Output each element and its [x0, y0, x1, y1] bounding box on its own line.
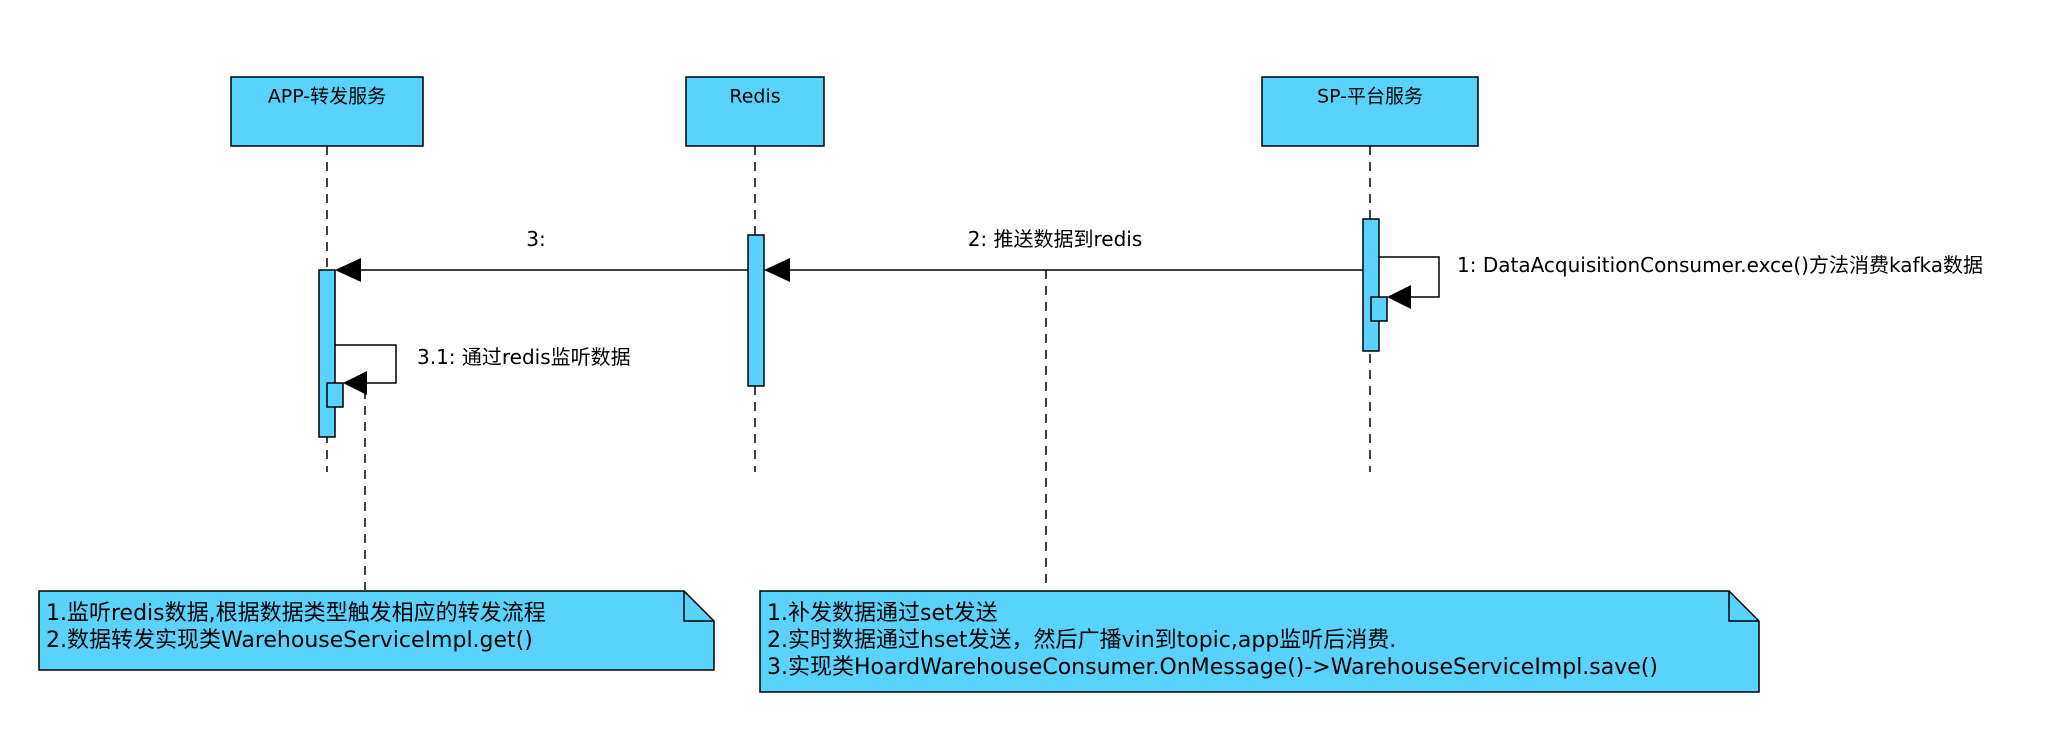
lifeline-app-title: APP-转发服务: [268, 86, 386, 108]
note-app[interactable]: 1.监听redis数据,根据数据类型触发相应的转发流程 2.数据转发实现类War…: [38, 590, 715, 671]
note-redis-line-2: 2.实时数据通过hset发送，然后广播vin到topic,app监听后消费.: [767, 628, 1396, 653]
message-2[interactable]: 2: 推送数据到redis: [764, 227, 1363, 282]
activation-redis[interactable]: [747, 234, 765, 387]
message-3-1-label: 3.1: 通过redis监听数据: [417, 345, 631, 369]
message-3-1-arrowhead: [343, 371, 367, 395]
activation-sp-nested[interactable]: [1370, 296, 1388, 322]
message-3-arrowhead: [335, 258, 361, 282]
message-1-label: 1: DataAcquisitionConsumer.exce()方法消费kaf…: [1457, 253, 1983, 277]
activation-app-nested[interactable]: [326, 382, 344, 408]
lifeline-sp[interactable]: SP-平台服务: [1261, 76, 1479, 147]
message-3-label: 3:: [526, 227, 545, 251]
message-2-arrowhead: [764, 258, 790, 282]
lifeline-redis-title: Redis: [729, 86, 780, 108]
note-redis-line-3: 3.实现类HoardWarehouseConsumer.OnMessage()-…: [767, 655, 1658, 680]
note-redis[interactable]: 1.补发数据通过set发送 2.实时数据通过hset发送，然后广播vin到top…: [759, 590, 1760, 693]
note-redis-line-1: 1.补发数据通过set发送: [767, 601, 998, 626]
message-1[interactable]: 1: DataAcquisitionConsumer.exce()方法消费kaf…: [1379, 253, 1983, 309]
message-3[interactable]: 3:: [335, 227, 748, 282]
message-2-label: 2: 推送数据到redis: [968, 227, 1143, 251]
lifeline-app[interactable]: APP-转发服务: [230, 76, 424, 147]
lifeline-sp-title: SP-平台服务: [1317, 86, 1423, 108]
activation-sp[interactable]: [1362, 218, 1380, 352]
message-1-arrowhead: [1387, 285, 1411, 309]
activation-app[interactable]: [318, 269, 336, 438]
sequence-diagram: APP-转发服务 Redis SP-平台服务 1: DataAcquisitio…: [38, 76, 1983, 693]
message-3-1[interactable]: 3.1: 通过redis监听数据: [335, 344, 631, 395]
note-app-line-1: 1.监听redis数据,根据数据类型触发相应的转发流程: [46, 601, 546, 626]
lifeline-redis[interactable]: Redis: [685, 76, 825, 147]
note-app-line-2: 2.数据转发实现类WarehouseServiceImpl.get(): [46, 628, 533, 653]
